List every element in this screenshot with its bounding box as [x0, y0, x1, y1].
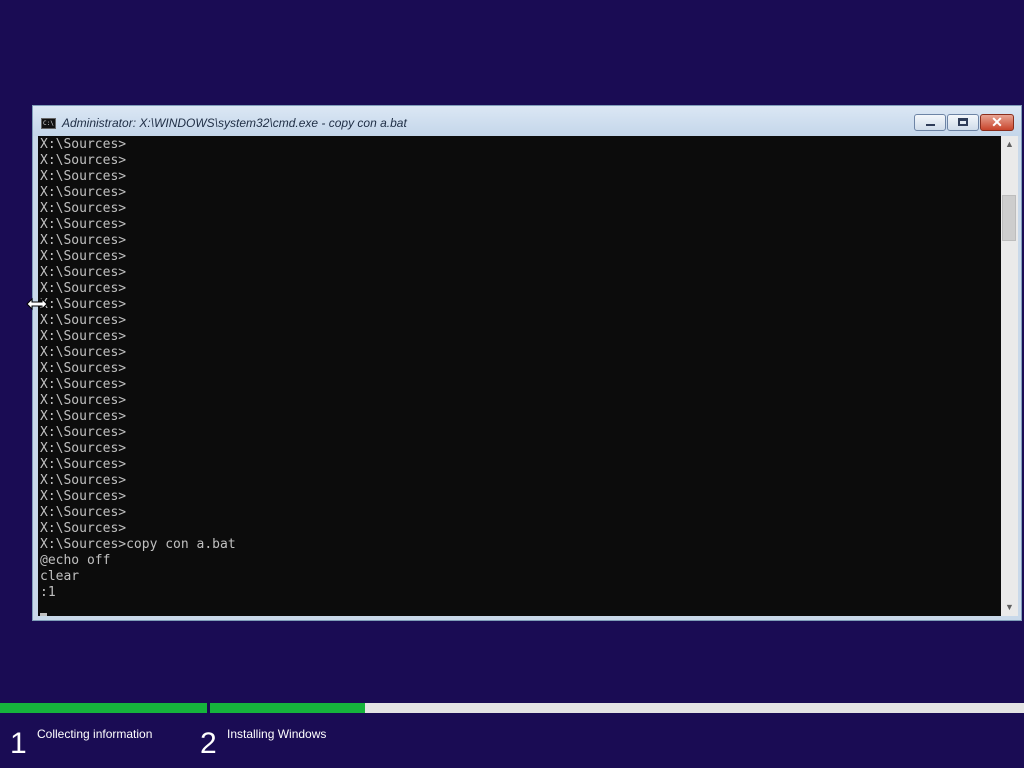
console-line: X:\Sources> [40, 137, 127, 152]
console-line: X:\Sources> [40, 457, 127, 472]
console-line: :1 [40, 585, 56, 600]
resize-cursor-icon [26, 297, 48, 311]
console-line: X:\Sources>copy con a.bat [40, 537, 236, 552]
console-line: X:\Sources> [40, 505, 127, 520]
console-line: X:\Sources> [40, 249, 127, 264]
setup-background: C:\ Administrator: X:\WINDOWS\system32\c… [0, 0, 1024, 768]
console-line: X:\Sources> [40, 361, 127, 376]
console-line: @echo off [40, 553, 111, 568]
console-line: X:\Sources> [40, 313, 127, 328]
progress-fill-collecting [0, 703, 207, 713]
console-line: X:\Sources> [40, 297, 127, 312]
text-cursor [40, 613, 47, 616]
scroll-down-arrow-icon[interactable]: ▼ [1001, 599, 1018, 616]
step-number: 1 [10, 727, 27, 760]
console-output[interactable]: X:\Sources> X:\Sources> X:\Sources> X:\Sour… [38, 136, 1001, 616]
window-title: Administrator: X:\WINDOWS\system32\cmd.e… [62, 116, 407, 130]
step-number: 2 [200, 727, 217, 760]
title-bar[interactable]: C:\ Administrator: X:\WINDOWS\system32\c… [33, 106, 1021, 136]
scroll-up-arrow-icon[interactable]: ▲ [1001, 136, 1018, 153]
maximize-button[interactable] [947, 114, 979, 131]
vertical-scrollbar[interactable]: ▲ ▼ [1001, 136, 1018, 616]
console-line: X:\Sources> [40, 281, 127, 296]
step-label: Collecting information [37, 727, 153, 741]
console-line: X:\Sources> [40, 233, 127, 248]
maximize-icon [958, 118, 968, 126]
minimize-icon [926, 124, 935, 126]
console-line: clear [40, 569, 80, 584]
console-line: X:\Sources> [40, 441, 127, 456]
console-line: X:\Sources> [40, 521, 127, 536]
console-line: X:\Sources> [40, 345, 127, 360]
console-line: X:\Sources> [40, 329, 127, 344]
scroll-thumb[interactable] [1002, 195, 1016, 241]
progress-segment-installing [210, 703, 1024, 713]
console-line: X:\Sources> [40, 409, 127, 424]
console-line: X:\Sources> [40, 393, 127, 408]
console-lines: X:\Sources> X:\Sources> X:\Sources> X:\Sour… [40, 137, 236, 601]
close-button[interactable]: ✕ [980, 114, 1014, 131]
console-line: X:\Sources> [40, 185, 127, 200]
console-line: X:\Sources> [40, 489, 127, 504]
console-line: X:\Sources> [40, 473, 127, 488]
console-line: X:\Sources> [40, 377, 127, 392]
progress-fill-installing [210, 703, 365, 713]
step-label: Installing Windows [227, 727, 327, 741]
console-icon: C:\ [41, 118, 56, 129]
console-line: X:\Sources> [40, 153, 127, 168]
console-line: X:\Sources> [40, 265, 127, 280]
setup-progress-bar [0, 703, 1024, 713]
console-line: X:\Sources> [40, 169, 127, 184]
minimize-button[interactable] [914, 114, 946, 131]
console-line: X:\Sources> [40, 201, 127, 216]
cmd-window[interactable]: C:\ Administrator: X:\WINDOWS\system32\c… [32, 105, 1022, 621]
console-line: X:\Sources> [40, 217, 127, 232]
close-icon: ✕ [991, 114, 1003, 130]
console-line: X:\Sources> [40, 425, 127, 440]
progress-segment-collecting [0, 703, 207, 713]
